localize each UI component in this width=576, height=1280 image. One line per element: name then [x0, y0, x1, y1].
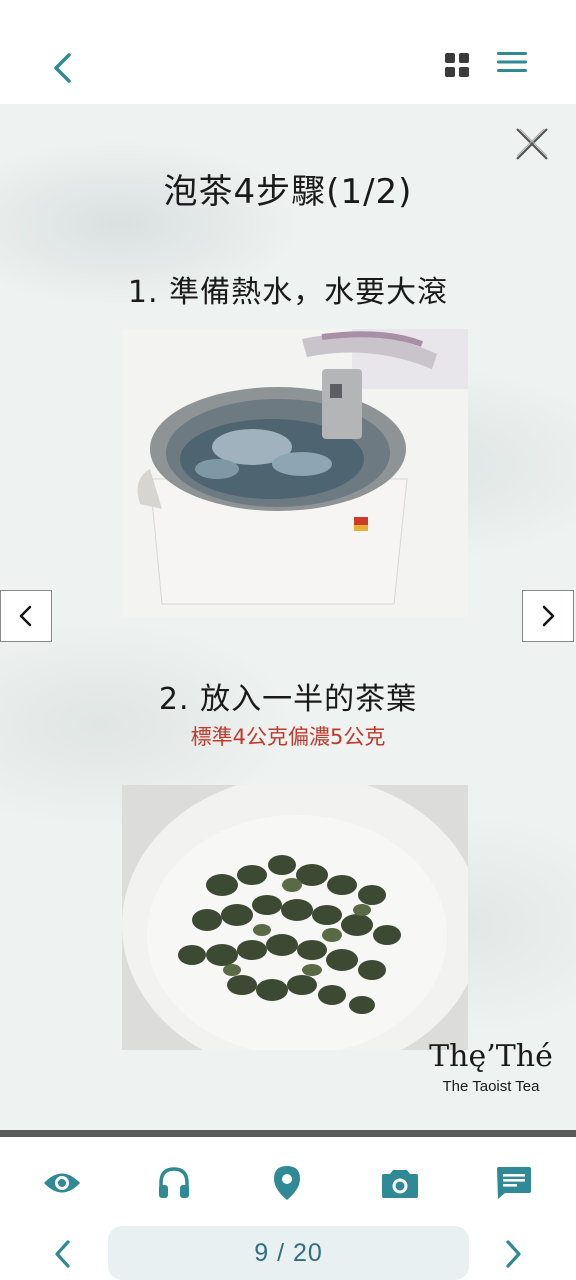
- chevron-right-icon: [542, 605, 555, 627]
- top-bar: [0, 0, 576, 104]
- brand-subtitle: The Taoist Tea: [442, 1078, 540, 1095]
- brand-logo-text: Thę’Thé: [429, 1039, 553, 1074]
- step-1-heading: 1. 準備熱水，水要大滾: [127, 275, 449, 310]
- tea-leaves-photo: [122, 785, 468, 1050]
- camera-icon: [382, 1170, 418, 1198]
- menu-button[interactable]: [496, 50, 534, 86]
- previous-page-button[interactable]: [40, 1232, 84, 1276]
- grid-view-icon: [445, 53, 469, 77]
- back-button[interactable]: [40, 46, 84, 90]
- audio-button[interactable]: [152, 1161, 196, 1205]
- chevron-left-icon: [54, 53, 71, 83]
- step-2-note: 標準4公克偏濃5公克: [190, 725, 386, 749]
- comment-button[interactable]: [492, 1161, 536, 1205]
- slide-content: 泡茶4步驟(1/2) 1. 準備熱水，水要大滾 2. 放入一半的茶葉 標準4公克…: [0, 104, 576, 1130]
- headphones-icon: [159, 1167, 189, 1198]
- eye-icon: [44, 1173, 80, 1193]
- content-divider: [0, 1130, 576, 1137]
- grid-view-button[interactable]: [444, 52, 478, 86]
- location-button[interactable]: [265, 1161, 309, 1205]
- close-icon: [516, 128, 548, 160]
- previous-slide-button[interactable]: [0, 590, 52, 642]
- kettle-photo: [122, 329, 468, 617]
- page-title: 泡茶4步驟(1/2): [163, 172, 413, 212]
- location-pin-icon: [274, 1166, 300, 1200]
- step-2-heading: 2. 放入一半的茶葉: [158, 682, 418, 717]
- view-button[interactable]: [40, 1161, 84, 1205]
- next-slide-button[interactable]: [522, 590, 574, 642]
- page-indicator[interactable]: 9 / 20: [108, 1226, 469, 1280]
- next-page-button[interactable]: [492, 1232, 536, 1276]
- chevron-left-icon: [55, 1240, 70, 1268]
- bottom-bar: 9 / 20: [0, 1137, 576, 1280]
- chat-message-icon: [497, 1167, 531, 1199]
- chevron-left-icon: [19, 605, 32, 627]
- camera-button[interactable]: [378, 1161, 422, 1205]
- chevron-right-icon: [506, 1240, 521, 1268]
- hamburger-menu-icon: [497, 52, 527, 72]
- brand-logo: Thę’Thé The Taoist Tea: [426, 1039, 556, 1096]
